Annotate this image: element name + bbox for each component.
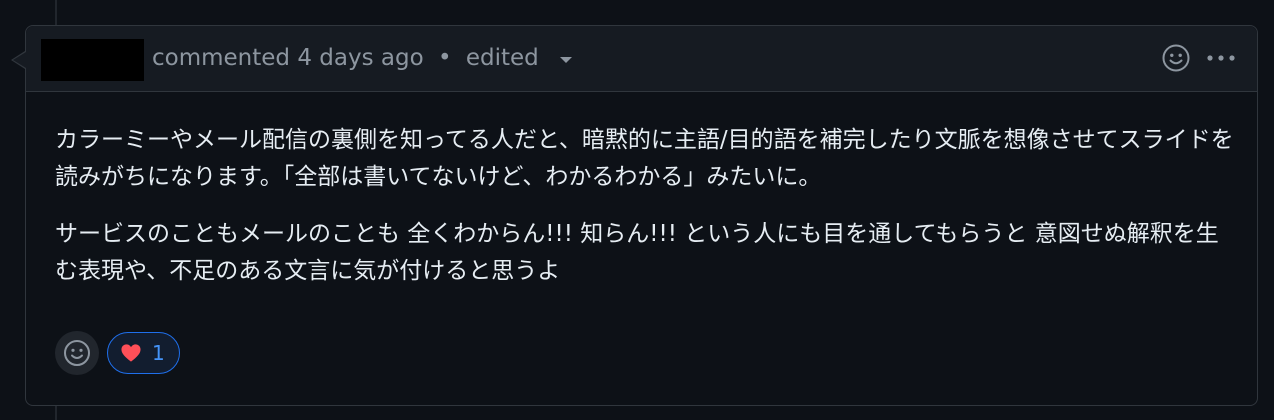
header-actions [1161,43,1237,73]
caret-down-icon [560,56,573,63]
edited-dropdown[interactable]: edited [465,45,573,71]
author-redacted [41,39,144,81]
kebab-horizontal-icon[interactable] [1205,43,1237,73]
reaction-count: 1 [152,341,165,365]
comment-timestamp[interactable]: commented 4 days ago [152,45,424,71]
comment-meta: commented 4 days ago • edited [152,43,573,73]
heart-icon [121,344,141,362]
comment-pointer-fill [13,52,26,68]
reactions-bar: 1 [55,331,180,375]
meta-separator: • [437,45,452,71]
heart-reaction-button[interactable]: 1 [107,332,180,374]
add-reaction-button[interactable] [55,331,99,375]
edited-label: edited [465,45,539,71]
comment-paragraph: カラーミーやメール配信の裏側を知ってる人だと、暗黙的に主語/目的語を補完したり文… [55,127,1234,190]
smiley-icon[interactable] [1161,43,1191,73]
smiley-icon [64,340,90,366]
comment-paragraph: サービスのこともメールのことも 全くわからん!!! 知らん!!! という人にも目… [55,221,1219,284]
comment-header: commented 4 days ago • edited [26,26,1257,92]
comment-card: commented 4 days ago • edited カラーミーやメール配… [25,25,1258,406]
comment-body: カラーミーやメール配信の裏側を知ってる人だと、暗黙的に主語/目的語を補完したり文… [55,122,1235,310]
